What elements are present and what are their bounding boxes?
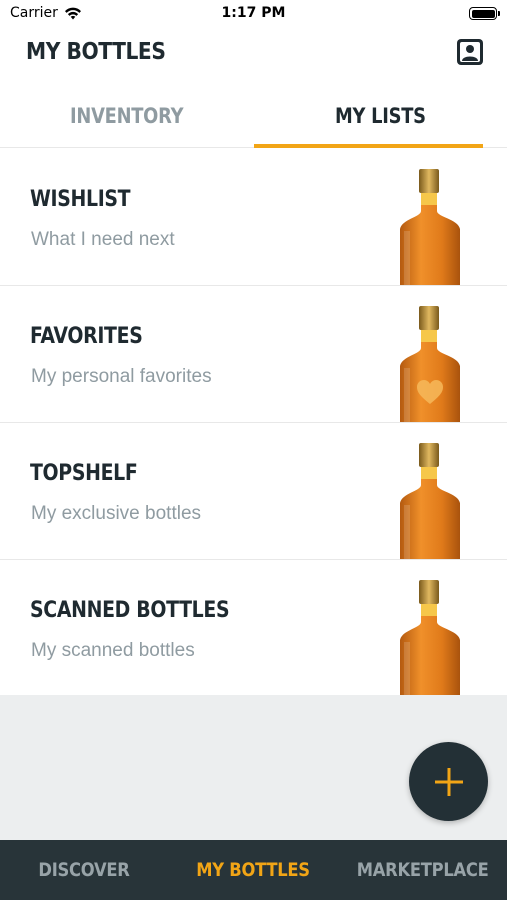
page-title: MY BOTTLES: [26, 39, 166, 65]
bottle-icon: [398, 441, 462, 560]
plus-icon: [434, 767, 463, 796]
list-description: What I need next: [31, 229, 175, 250]
battery-icon: [469, 7, 500, 20]
list-item-wishlist[interactable]: WISHLIST What I need next: [0, 149, 507, 286]
list-description: My scanned bottles: [31, 640, 195, 661]
bottle-heart-icon: [398, 304, 462, 423]
list-item-topshelf[interactable]: TOPSHELF My exclusive bottles: [0, 423, 507, 560]
list-item-favorites[interactable]: FAVORITES My personal favorites: [0, 286, 507, 423]
list-name: SCANNED BOTTLES: [30, 598, 230, 623]
bottle-icon: [398, 578, 462, 696]
list-name: TOPSHELF: [30, 461, 138, 486]
profile-button[interactable]: [455, 37, 485, 67]
tab-bar: INVENTORY MY LISTS: [0, 84, 507, 148]
list-name: FAVORITES: [30, 324, 143, 349]
status-time: 1:17 PM: [221, 5, 286, 21]
bottle-icon: [398, 167, 462, 286]
tab-my-lists[interactable]: MY LISTS: [253, 84, 507, 148]
lists-container: WISHLIST What I need next FAVORITES My p…: [0, 149, 507, 696]
bottom-navigation: DISCOVER MY BOTTLES MARKETPLACE: [0, 840, 507, 900]
app-header: MY BOTTLES: [0, 28, 507, 80]
add-list-button[interactable]: [409, 742, 488, 821]
list-name: WISHLIST: [30, 187, 131, 212]
list-description: My exclusive bottles: [31, 503, 202, 524]
profile-card-icon: [457, 39, 483, 65]
list-item-scanned-bottles[interactable]: SCANNED BOTTLES My scanned bottles: [0, 560, 507, 696]
status-bar: Carrier 1:17 PM: [0, 0, 507, 28]
nav-my-bottles[interactable]: MY BOTTLES: [169, 840, 338, 900]
nav-discover[interactable]: DISCOVER: [0, 840, 169, 900]
tab-inventory[interactable]: INVENTORY: [0, 84, 254, 147]
list-description: My personal favorites: [31, 366, 212, 387]
nav-marketplace[interactable]: MARKETPLACE: [338, 840, 507, 900]
